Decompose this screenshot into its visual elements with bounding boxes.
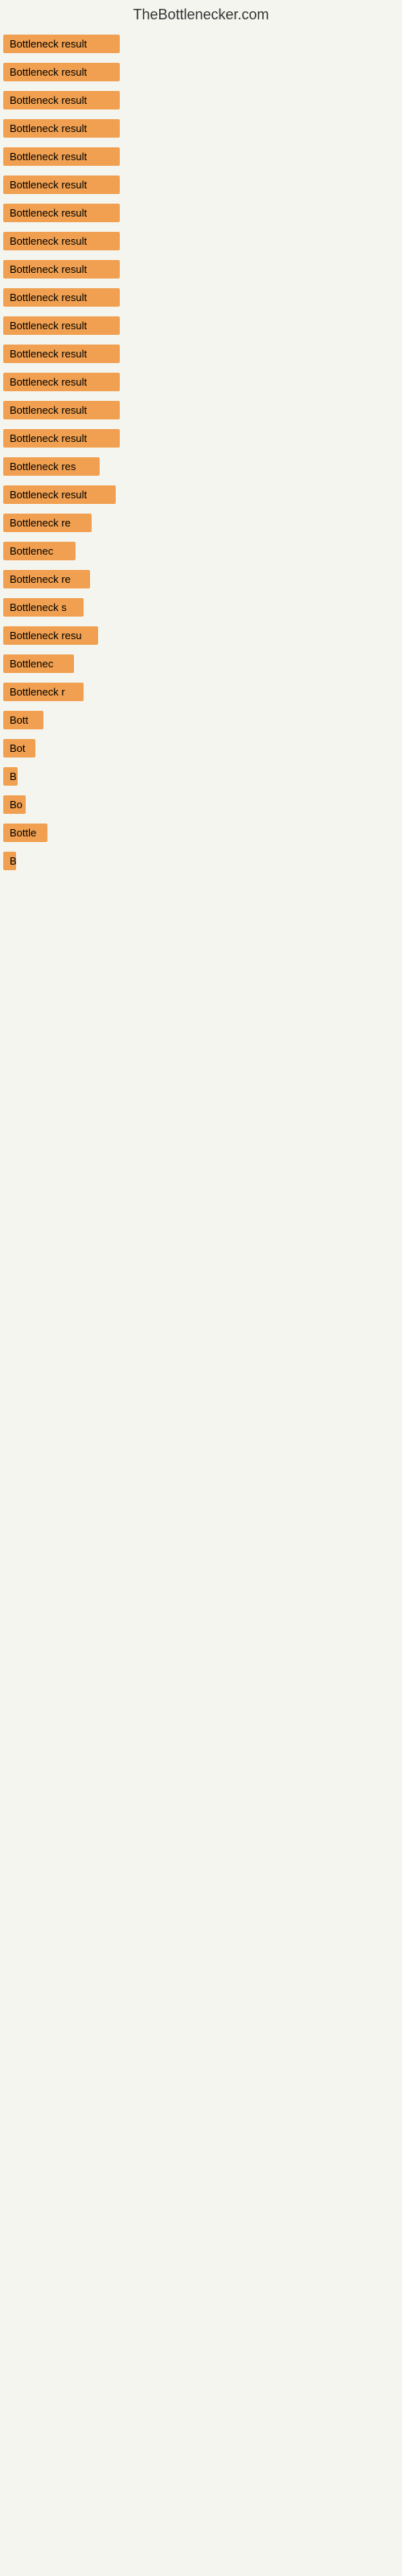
bottleneck-item: Bottleneck result	[3, 232, 120, 250]
bottleneck-item: Bottleneck result	[3, 260, 120, 279]
bottleneck-item: Bottleneck result	[3, 429, 120, 448]
bottleneck-item: Bottlenec	[3, 542, 76, 560]
bottleneck-item: Bottleneck result	[3, 288, 120, 307]
bottleneck-item: Bottleneck resu	[3, 626, 98, 645]
bottleneck-item: Bottle	[3, 824, 47, 842]
bottleneck-item: Bottleneck result	[3, 63, 120, 81]
bottleneck-item: B	[3, 767, 18, 786]
bottleneck-list: Bottleneck result Bottleneck result Bottle…	[0, 27, 402, 878]
bottleneck-item: Bottleneck result	[3, 119, 120, 138]
bottleneck-item: Bottleneck result	[3, 485, 116, 504]
bottleneck-item: Bottleneck result	[3, 345, 120, 363]
bottleneck-item: Bottleneck result	[3, 401, 120, 419]
site-title: TheBottlenecker.com	[0, 0, 402, 27]
bottleneck-item: Bott	[3, 711, 43, 729]
bottleneck-item: Bottleneck result	[3, 316, 120, 335]
bottleneck-item: Bo	[3, 795, 26, 814]
bottleneck-item: Bottleneck result	[3, 91, 120, 109]
bottleneck-item: Bottleneck result	[3, 175, 120, 194]
bottleneck-item: Bottleneck re	[3, 514, 92, 532]
bottleneck-item: Bottleneck result	[3, 35, 120, 53]
bottleneck-item: Bot	[3, 739, 35, 758]
bottleneck-item: Bottleneck re	[3, 570, 90, 588]
site-title-bar: TheBottlenecker.com	[0, 0, 402, 27]
bottleneck-item: Bottleneck s	[3, 598, 84, 617]
bottleneck-item: Bottleneck result	[3, 204, 120, 222]
bottleneck-item: Bottleneck r	[3, 683, 84, 701]
bottleneck-item: Bottlenec	[3, 654, 74, 673]
bottleneck-item: Bottleneck result	[3, 373, 120, 391]
bottleneck-item: Bottleneck result	[3, 147, 120, 166]
bottleneck-item: Bottleneck res	[3, 457, 100, 476]
bottleneck-item: B	[3, 852, 16, 870]
